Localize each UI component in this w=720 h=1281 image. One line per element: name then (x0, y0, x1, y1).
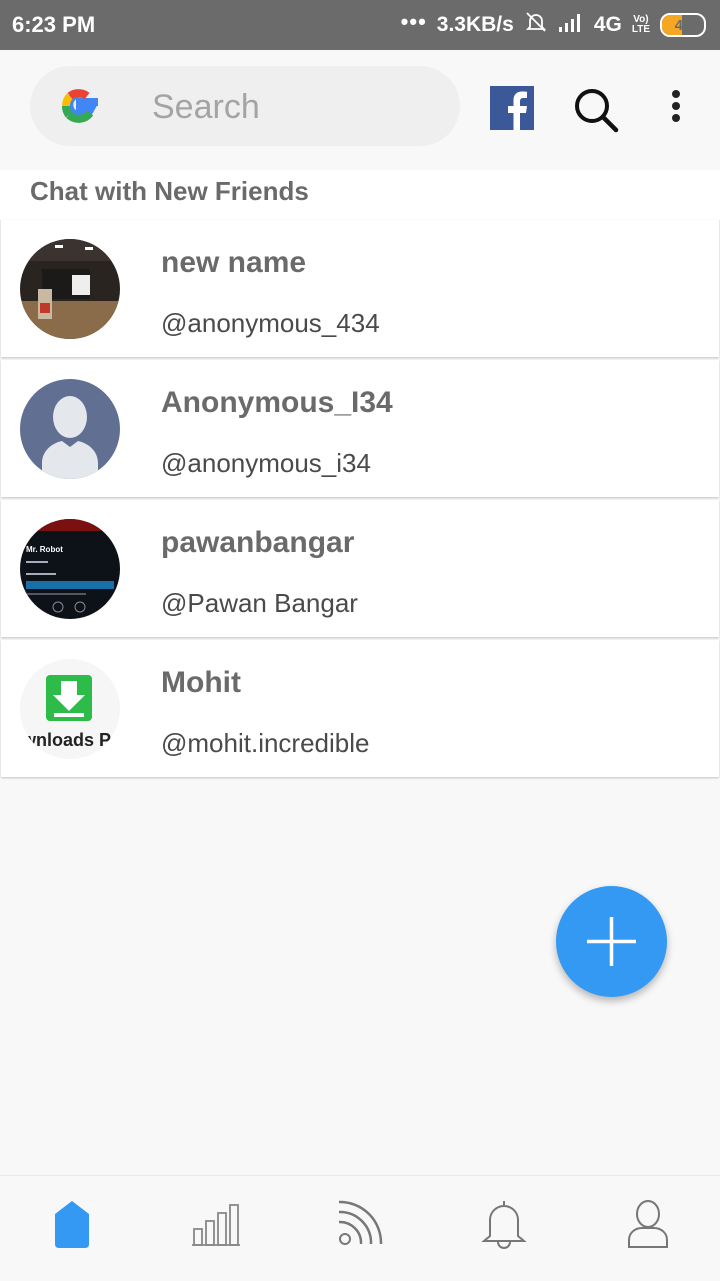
avatar[interactable]: Mr. Robot (20, 519, 120, 619)
facebook-icon[interactable] (490, 86, 534, 130)
search-bar[interactable] (30, 66, 460, 146)
feed-icon (338, 1200, 383, 1245)
friend-name: Mohit (161, 666, 241, 699)
nav-feed[interactable] (324, 1198, 396, 1258)
list-item[interactable]: wnloads P Mohit @mohit.incredible (1, 640, 719, 777)
avatar[interactable] (20, 379, 120, 479)
avatar-caption: wnloads P (21, 730, 111, 750)
status-dots: ••• (400, 9, 427, 34)
battery-icon: 47 (660, 13, 706, 37)
search-input[interactable] (150, 84, 444, 130)
list-item[interactable]: Mr. Robot pawanbangar @Pawan Bangar (1, 500, 719, 637)
list-item[interactable]: Anonymous_I34 @anonymous_i34 (1, 360, 719, 497)
avatar[interactable]: wnloads P (20, 659, 120, 759)
bottom-nav (0, 1175, 720, 1281)
status-bar: 6:23 PM ••• 3.3KB/s 4G Vo) LTE 47 (0, 0, 720, 50)
network-type: 4G (593, 13, 622, 36)
friend-handle: @anonymous_434 (161, 308, 380, 338)
friend-handle: @anonymous_i34 (161, 448, 371, 478)
volte-indicator: Vo) LTE (632, 15, 650, 35)
friend-handle: @mohit.incredible (161, 728, 370, 758)
nav-stats[interactable] (180, 1198, 252, 1258)
signal-icon (558, 11, 584, 39)
notifications-icon (481, 1201, 527, 1249)
network-speed: 3.3KB/s (436, 13, 514, 36)
friend-name: pawanbangar (161, 526, 355, 559)
stats-icon (192, 1204, 240, 1246)
google-logo[interactable] (54, 80, 106, 132)
search-icon[interactable] (572, 86, 620, 134)
section-header: Chat with New Friends (0, 170, 720, 221)
friend-name: Anonymous_I34 (161, 386, 393, 419)
more-vert-icon[interactable] (664, 86, 688, 130)
friend-handle: @Pawan Bangar (161, 588, 358, 618)
volte-bottom: LTE (631, 24, 650, 35)
battery-level: 47 (674, 16, 692, 34)
status-time: 6:23 PM (12, 12, 96, 37)
nav-notifications[interactable] (468, 1198, 540, 1258)
avatar[interactable] (20, 239, 120, 339)
section-title: Chat with New Friends (30, 176, 309, 206)
list-item[interactable]: new name @anonymous_434 (1, 220, 719, 357)
app-bar (0, 50, 720, 170)
nav-profile[interactable] (612, 1198, 684, 1258)
nav-home[interactable] (36, 1198, 108, 1258)
mute-bell-icon (524, 10, 548, 40)
add-chat-button[interactable] (556, 886, 667, 997)
plus-icon (587, 917, 636, 966)
home-icon (55, 1201, 89, 1248)
friend-name: new name (161, 246, 307, 279)
avatar-caption: Mr. Robot (26, 545, 63, 554)
friend-list: new name @anonymous_434 Anonymous_I34 @a… (0, 220, 720, 780)
profile-icon (628, 1200, 668, 1248)
status-indicators: ••• 3.3KB/s 4G Vo) LTE 47 (400, 9, 706, 40)
